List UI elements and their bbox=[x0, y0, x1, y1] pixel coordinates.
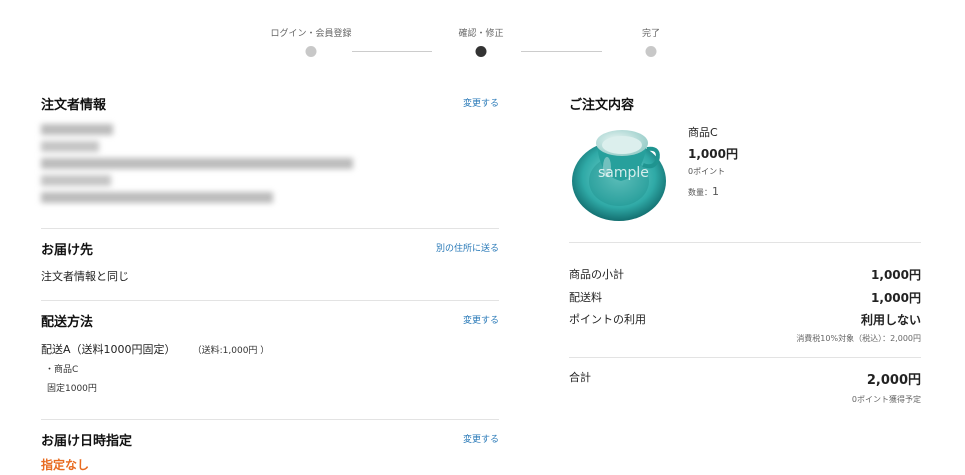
blurred-line bbox=[41, 192, 273, 203]
orderer-title: 注文者情報 bbox=[41, 98, 107, 113]
total-row: 合計 2,000円 bbox=[569, 369, 921, 388]
ship-to-other-address-link[interactable]: 別の住所に送る bbox=[436, 241, 499, 254]
total-value: 2,000円 bbox=[866, 373, 921, 388]
blurred-line bbox=[41, 175, 111, 186]
step-dot-complete bbox=[645, 46, 657, 57]
delivery-time-value: 指定なし bbox=[41, 458, 90, 472]
delivery-note: 固定1000円 bbox=[47, 384, 97, 394]
divider bbox=[569, 357, 921, 358]
divider bbox=[41, 419, 499, 420]
step-connector bbox=[352, 51, 432, 52]
blurred-line bbox=[41, 158, 353, 169]
delivery-method-name: 配送A（送料1000円固定） bbox=[41, 343, 176, 356]
order-summary-title: ご注文内容 bbox=[569, 98, 635, 113]
step-label-complete: 完了 bbox=[641, 29, 661, 39]
orderer-section: 注文者情報 変更する bbox=[41, 94, 499, 113]
delivery-method-line: 配送A（送料1000円固定） （送料:1,000円 ） bbox=[41, 338, 499, 357]
product-name: 商品C bbox=[688, 126, 718, 139]
shipping-address-value: 注文者情報と同じ bbox=[41, 270, 129, 283]
shipping-fee-value: 1,000円 bbox=[871, 291, 921, 305]
delivery-method-change-link[interactable]: 変更する bbox=[463, 313, 499, 326]
shipping-address-title: お届け先 bbox=[41, 243, 94, 258]
points-earn-note: 0ポイント獲得予定 bbox=[851, 395, 921, 404]
step-label-confirm: 確認・修正 bbox=[458, 29, 504, 39]
subtotal-value: 1,000円 bbox=[871, 268, 921, 282]
quantity-label: 数量： bbox=[688, 188, 712, 197]
shipping-fee-label: 配送料 bbox=[569, 291, 602, 304]
tax-note: 消費税10%対象（税込）：2,000円 bbox=[796, 334, 921, 343]
product-image[interactable]: sample bbox=[569, 121, 675, 229]
delivery-item: ・商品C bbox=[45, 365, 79, 375]
blurred-line bbox=[41, 124, 113, 135]
step-connector bbox=[521, 51, 602, 52]
checkout-stepper: ログイン・会員登録 確認・修正 完了 bbox=[0, 0, 965, 70]
quantity-value: 1 bbox=[712, 185, 719, 198]
blurred-line bbox=[41, 141, 99, 152]
delivery-fee: （送料:1,000円 ） bbox=[192, 346, 270, 356]
step-dot-login bbox=[305, 46, 317, 57]
image-watermark: sample bbox=[598, 165, 649, 181]
shipping-fee-row: 配送料 1,000円 bbox=[569, 289, 921, 305]
subtotal-label: 商品の小計 bbox=[569, 268, 624, 281]
step-dot-confirm-active bbox=[475, 46, 487, 57]
orderer-details-blurred bbox=[41, 121, 499, 203]
shipping-address-section: お届け先 別の住所に送る bbox=[41, 239, 499, 258]
divider bbox=[41, 300, 499, 301]
points-usage-value: 利用しない bbox=[860, 313, 921, 327]
delivery-time-section: お届け日時指定 変更する bbox=[41, 430, 499, 449]
product-points: 0ポイント bbox=[688, 167, 726, 176]
product-quantity: 数量：1 bbox=[688, 180, 719, 199]
total-label: 合計 bbox=[569, 371, 591, 384]
delivery-method-title: 配送方法 bbox=[41, 315, 94, 330]
orderer-change-link[interactable]: 変更する bbox=[463, 96, 499, 109]
divider bbox=[41, 228, 499, 229]
points-usage-row: ポイントの利用 利用しない bbox=[569, 311, 921, 327]
divider bbox=[569, 242, 921, 243]
step-label-login: ログイン・会員登録 bbox=[270, 29, 352, 39]
product-price: 1,000円 bbox=[688, 147, 738, 161]
delivery-time-change-link[interactable]: 変更する bbox=[463, 432, 499, 445]
delivery-time-title: お届け日時指定 bbox=[41, 434, 133, 449]
subtotal-row: 商品の小計 1,000円 bbox=[569, 266, 921, 282]
delivery-method-section: 配送方法 変更する bbox=[41, 311, 499, 330]
points-usage-label: ポイントの利用 bbox=[569, 313, 646, 326]
